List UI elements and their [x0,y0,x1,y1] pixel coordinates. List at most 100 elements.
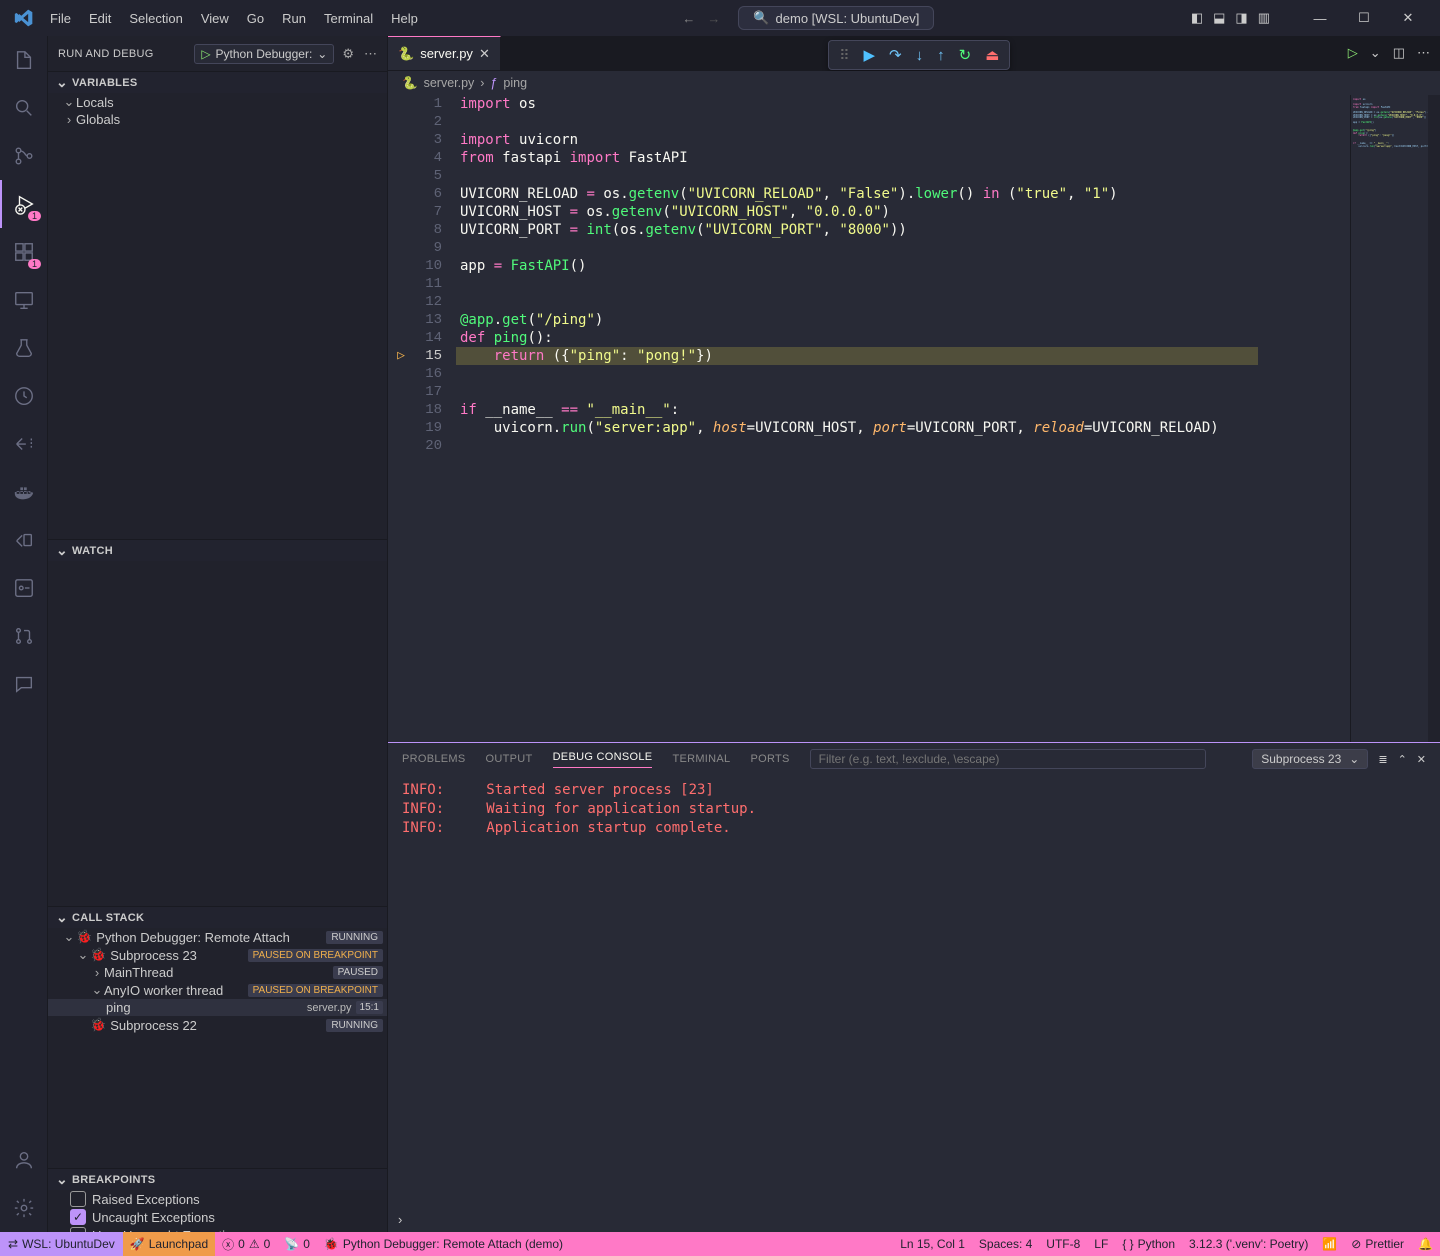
window-close-icon[interactable]: ✕ [1386,3,1430,33]
variables-locals[interactable]: ⌄Locals [48,93,387,111]
activity-scm-icon[interactable] [0,132,48,180]
debug-toolbar[interactable]: ⠿ ▶ ↷ ↓ ↑ ↻ ⏏ [828,40,1010,70]
disconnect-icon[interactable]: ⏏ [985,46,999,64]
minimap-scrollbar[interactable] [1428,95,1440,742]
menu-edit[interactable]: Edit [81,7,119,30]
activity-liveshare-icon[interactable] [0,420,48,468]
debug-config-select[interactable]: ▷ Python Debugger: ⌄ [194,44,334,64]
activity-search-icon[interactable] [0,84,48,132]
sb-launchpad[interactable]: 🚀Launchpad [123,1232,215,1256]
run-file-icon[interactable]: ▷ [1348,45,1358,61]
variables-globals[interactable]: ›Globals [48,111,387,128]
callstack-mainthread[interactable]: › MainThread PAUSED [48,964,387,981]
code-editor[interactable]: ▷ 12345 678910 1112131415 1617181920 imp… [388,95,1440,742]
activity-accounts-icon[interactable] [0,1136,48,1184]
sb-prettier[interactable]: ⊘Prettier [1344,1237,1411,1251]
debug-console-filter-input[interactable] [810,749,1206,769]
sb-debugger[interactable]: 🐞Python Debugger: Remote Attach (demo) [317,1237,570,1251]
menu-view[interactable]: View [193,7,237,30]
more-actions-icon[interactable]: ⋯ [1417,45,1430,61]
debug-console-output[interactable]: INFO: Started server process [23] INFO: … [388,775,1440,1206]
nav-forward-icon[interactable]: → [707,11,720,26]
section-breakpoints-header[interactable]: ⌄ BREAKPOINTS [48,1168,387,1190]
sb-indentation[interactable]: Spaces: 4 [972,1237,1039,1251]
activity-prs-icon[interactable] [0,612,48,660]
breadcrumb-function[interactable]: ping [503,76,527,90]
step-over-icon[interactable]: ↷ [889,46,902,64]
section-variables-header[interactable]: ⌄ VARIABLES [48,71,387,93]
window-maximize-icon[interactable]: ☐ [1342,3,1386,33]
activity-remote-explorer-icon[interactable] [0,276,48,324]
callstack-frame-ping[interactable]: ping server.py 15:1 [48,999,387,1016]
activity-docker-icon[interactable] [0,468,48,516]
activity-timeline-icon[interactable] [0,372,48,420]
tree-view-icon[interactable]: ≣ [1378,753,1387,766]
panel-tab-output[interactable]: OUTPUT [486,753,533,765]
activity-database-icon[interactable] [0,516,48,564]
more-icon[interactable]: ⋯ [364,46,377,62]
callstack-subprocess-23[interactable]: ⌄ 🐞 Subprocess 23 PAUSED ON BREAKPOINT [48,946,387,964]
window-minimize-icon[interactable]: — [1298,3,1342,33]
command-center[interactable]: 🔍 demo [WSL: UbuntuDev] [738,6,934,30]
menu-selection[interactable]: Selection [121,7,190,30]
section-callstack-header[interactable]: ⌄ CALL STACK [48,906,387,928]
layout-panel-icon[interactable]: ⬓ [1213,10,1225,26]
activity-explorer-icon[interactable] [0,36,48,84]
activity-extensions-icon[interactable]: 1 [0,228,48,276]
layout-secondary-sidebar-icon[interactable]: ◨ [1235,10,1247,26]
panel-tab-terminal[interactable]: TERMINAL [672,753,730,765]
debug-console-input-icon[interactable]: › [398,1212,402,1227]
sb-remote[interactable]: ⇄WSL: UbuntuDev [0,1232,123,1256]
activity-debug-icon[interactable]: 1 [0,180,48,228]
activity-chat-icon[interactable] [0,660,48,708]
restart-icon[interactable]: ↻ [959,46,972,64]
tab-close-icon[interactable]: ✕ [479,46,490,62]
panel-tab-problems[interactable]: PROBLEMS [402,753,466,765]
split-editor-icon[interactable]: ◫ [1393,45,1405,61]
activity-settings-icon[interactable] [0,1184,48,1232]
step-out-icon[interactable]: ↑ [937,47,945,64]
breadcrumb[interactable]: 🐍 server.py › ƒ ping [388,71,1440,95]
code-lines[interactable]: import os import uvicorn from fastapi im… [456,95,1350,742]
menu-go[interactable]: Go [239,7,272,30]
panel-close-icon[interactable]: ✕ [1417,753,1426,766]
sb-interpreter[interactable]: 3.12.3 ('.venv': Poetry) [1182,1237,1315,1251]
callstack-subprocess-22[interactable]: 🐞 Subprocess 22 RUNNING [48,1016,387,1034]
sb-go-live[interactable]: 📶 [1315,1237,1344,1251]
sb-encoding[interactable]: UTF-8 [1039,1237,1087,1251]
step-into-icon[interactable]: ↓ [916,47,924,64]
menu-help[interactable]: Help [383,7,426,30]
panel-tab-ports[interactable]: PORTS [750,753,789,765]
panel-tab-debug-console[interactable]: DEBUG CONSOLE [553,751,653,768]
sb-errors[interactable]: ⓧ0⚠0 [215,1236,277,1253]
activity-gitlens-icon[interactable] [0,564,48,612]
activity-testing-icon[interactable] [0,324,48,372]
debug-session-select[interactable]: Subprocess 23 ⌄ [1252,749,1368,769]
menu-terminal[interactable]: Terminal [316,7,381,30]
bp-uncaught-exceptions[interactable]: ✓ Uncaught Exceptions [48,1208,387,1226]
menu-file[interactable]: File [42,7,79,30]
gripper-icon[interactable]: ⠿ [839,47,849,64]
callstack-root[interactable]: ⌄ 🐞 Python Debugger: Remote Attach RUNNI… [48,928,387,946]
run-dropdown-icon[interactable]: ⌄ [1370,45,1381,61]
sb-eol[interactable]: LF [1087,1237,1115,1251]
sb-ports[interactable]: 📡0 [277,1237,317,1251]
sb-language[interactable]: { }Python [1115,1237,1182,1251]
sb-notifications[interactable]: 🔔 [1411,1237,1440,1251]
callstack-anyio[interactable]: ⌄ AnyIO worker thread PAUSED ON BREAKPOI… [48,981,387,999]
continue-icon[interactable]: ▶ [864,46,876,64]
checkbox-checked-icon[interactable]: ✓ [70,1209,86,1225]
tab-server-py[interactable]: 🐍 server.py ✕ [388,36,501,70]
bp-raised-exceptions[interactable]: Raised Exceptions [48,1190,387,1208]
layout-customize-icon[interactable]: ▥ [1258,10,1270,26]
layout-primary-sidebar-icon[interactable]: ◧ [1191,10,1203,26]
section-watch-header[interactable]: ⌄ WATCH [48,539,387,561]
panel-maximize-icon[interactable]: ⌃ [1398,753,1407,766]
sb-cursor-pos[interactable]: Ln 15, Col 1 [893,1237,972,1251]
checkbox-unchecked-icon[interactable] [70,1191,86,1207]
breadcrumb-file[interactable]: server.py [424,76,475,90]
gear-icon[interactable]: ⚙ [342,46,354,62]
menu-run[interactable]: Run [274,7,314,30]
nav-back-icon[interactable]: ← [682,11,695,26]
minimap[interactable]: import os import uvicorn from fastapi im… [1350,95,1440,742]
